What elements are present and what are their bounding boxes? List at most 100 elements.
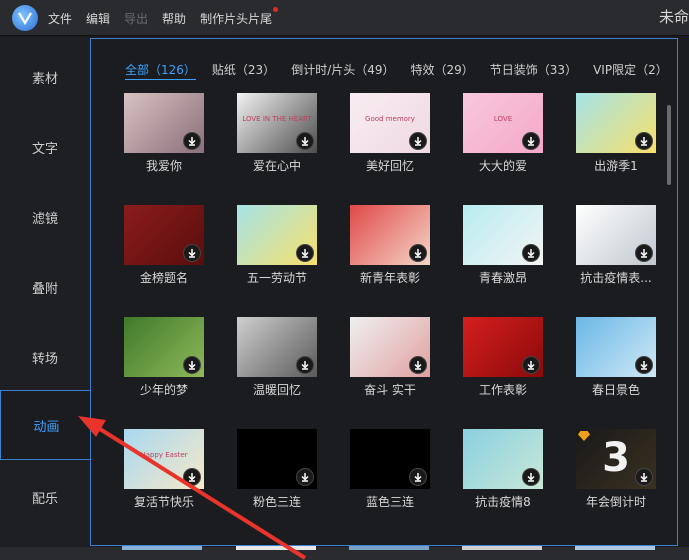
menu-edit[interactable]: 编辑	[86, 10, 110, 27]
thumbnail-caption: Happy Easter	[140, 451, 188, 459]
download-icon[interactable]	[296, 356, 314, 374]
next-row-thumb	[236, 546, 316, 550]
download-icon[interactable]	[635, 356, 653, 374]
animation-thumbnail[interactable]	[576, 93, 656, 153]
sidebar-item-music[interactable]: 配乐	[0, 462, 90, 532]
animation-thumbnail[interactable]	[576, 205, 656, 265]
tab-holiday-decor[interactable]: 节日装饰（33）	[490, 61, 577, 80]
sidebar-item-label: 配乐	[31, 491, 58, 507]
animation-card-label: 美好回忆	[365, 159, 414, 173]
window-title: 未命	[658, 8, 689, 26]
animation-thumbnail[interactable]	[124, 93, 204, 153]
tab-stickers[interactable]: 贴纸（23）	[212, 61, 275, 80]
download-icon[interactable]	[635, 468, 653, 486]
download-icon[interactable]	[183, 132, 201, 150]
thumbnail-caption: LOVE	[493, 115, 513, 123]
animation-thumbnail[interactable]: LOVE IN THE HEART	[237, 93, 317, 153]
menu-help[interactable]: 帮助	[162, 10, 186, 27]
thumbnail-caption: LOVE IN THE HEART	[242, 115, 312, 123]
animation-thumbnail[interactable]	[237, 205, 317, 265]
animation-thumbnail[interactable]: Good memory	[350, 93, 430, 153]
download-icon[interactable]	[409, 356, 427, 374]
animation-thumbnail[interactable]	[350, 317, 430, 377]
animation-thumbnail[interactable]	[350, 205, 430, 265]
download-icon[interactable]	[296, 132, 314, 150]
download-icon[interactable]	[183, 244, 201, 262]
animation-card-label: 抗击疫情8	[475, 495, 531, 509]
next-row-thumb	[575, 546, 655, 550]
tab-vip[interactable]: VIP限定（2）	[593, 61, 668, 80]
animation-card-label: 五一劳动节	[246, 271, 307, 285]
category-tabs: 全部（126） 贴纸（23） 倒计时/片头（49） 特效（29） 节日装饰（33…	[125, 61, 684, 80]
animation-card-label: 抗击疫情表...	[580, 271, 652, 285]
animation-card-label: 少年的梦	[139, 383, 188, 397]
sidebar-item-animation[interactable]: 动画	[0, 390, 92, 460]
sidebar-item-material[interactable]: 素材	[0, 42, 90, 112]
next-row-thumb	[122, 546, 202, 550]
download-icon[interactable]	[409, 468, 427, 486]
animation-thumbnail[interactable]	[463, 429, 543, 489]
animation-thumbnail[interactable]	[350, 429, 430, 489]
download-icon[interactable]	[296, 468, 314, 486]
next-row-thumb	[462, 546, 542, 550]
animation-thumbnail[interactable]	[124, 317, 204, 377]
download-icon[interactable]	[183, 468, 201, 486]
sidebar-item-label: 叠附	[31, 281, 58, 297]
scrollbar-thumb[interactable]	[667, 105, 671, 185]
menu-make-intro-outro-label: 制作片头片尾	[200, 11, 273, 26]
download-icon[interactable]	[635, 132, 653, 150]
download-icon[interactable]	[183, 356, 201, 374]
animation-card-label: 年会倒计时	[585, 495, 646, 509]
animation-thumbnail[interactable]	[237, 317, 317, 377]
menu-export[interactable]: 导出	[124, 10, 148, 27]
sidebar-item-text[interactable]: 文字	[0, 112, 90, 182]
tab-countdown-intro[interactable]: 倒计时/片头（49）	[291, 61, 394, 80]
top-menu-bar: 文件 编辑 导出 帮助 制作片头片尾 未命	[0, 0, 689, 36]
download-icon[interactable]	[296, 244, 314, 262]
animation-card-label: 温暖回忆	[252, 383, 301, 397]
menu-make-intro-outro[interactable]: 制作片头片尾	[200, 6, 279, 27]
animation-card-label: 春日景色	[591, 383, 640, 397]
animation-card-label: 大大的爱	[478, 159, 527, 173]
animation-thumbnail[interactable]	[463, 317, 543, 377]
animation-card-label: 金榜题名	[139, 271, 188, 285]
sidebar-item-filter[interactable]: 滤镜	[0, 182, 90, 252]
thumbnail-caption: Good memory	[365, 115, 415, 123]
animation-card-label: 工作表彰	[478, 383, 527, 397]
download-icon[interactable]	[409, 132, 427, 150]
animation-thumbnail[interactable]	[237, 429, 317, 489]
sidebar-item-label: 转场	[31, 351, 58, 367]
app-logo-icon	[12, 5, 38, 31]
animation-card-label: 复活节快乐	[133, 495, 194, 509]
sidebar-item-transition[interactable]: 转场	[0, 322, 90, 392]
animation-card-label: 粉色三连	[252, 495, 301, 509]
animation-panel: 全部（126） 贴纸（23） 倒计时/片头（49） 特效（29） 节日装饰（33…	[90, 38, 678, 546]
download-icon[interactable]	[522, 356, 540, 374]
animation-thumbnail[interactable]: 3	[576, 429, 656, 489]
sidebar-item-overlay[interactable]: 叠附	[0, 252, 90, 322]
tab-all[interactable]: 全部（126）	[125, 61, 196, 80]
animation-card-label: 爱在心中	[252, 159, 301, 173]
animation-card-label: 奋斗 实干	[364, 383, 416, 397]
sidebar-item-label: 动画	[33, 419, 60, 435]
animation-card-label: 新青年表彰	[359, 271, 420, 285]
tab-effects[interactable]: 特效（29）	[411, 61, 474, 80]
next-row-thumb	[349, 546, 429, 550]
left-sidebar: 素材 文字 滤镜 叠附 转场 动画 配乐	[0, 37, 92, 547]
sidebar-item-label: 滤镜	[31, 211, 58, 227]
menu-file[interactable]: 文件	[48, 10, 72, 27]
download-icon[interactable]	[635, 244, 653, 262]
download-icon[interactable]	[522, 468, 540, 486]
sidebar-item-label: 素材	[31, 71, 58, 87]
animation-card-label: 出游季1	[594, 159, 638, 173]
animation-thumbnail[interactable]	[576, 317, 656, 377]
download-icon[interactable]	[522, 132, 540, 150]
animation-thumbnail[interactable]	[124, 205, 204, 265]
download-icon[interactable]	[409, 244, 427, 262]
sidebar-item-label: 文字	[31, 141, 58, 157]
download-icon[interactable]	[522, 244, 540, 262]
animation-thumbnail[interactable]: Happy Easter	[124, 429, 204, 489]
animation-thumbnail[interactable]: LOVE	[463, 93, 543, 153]
animation-thumbnail[interactable]	[463, 205, 543, 265]
new-badge-dot	[273, 6, 279, 12]
